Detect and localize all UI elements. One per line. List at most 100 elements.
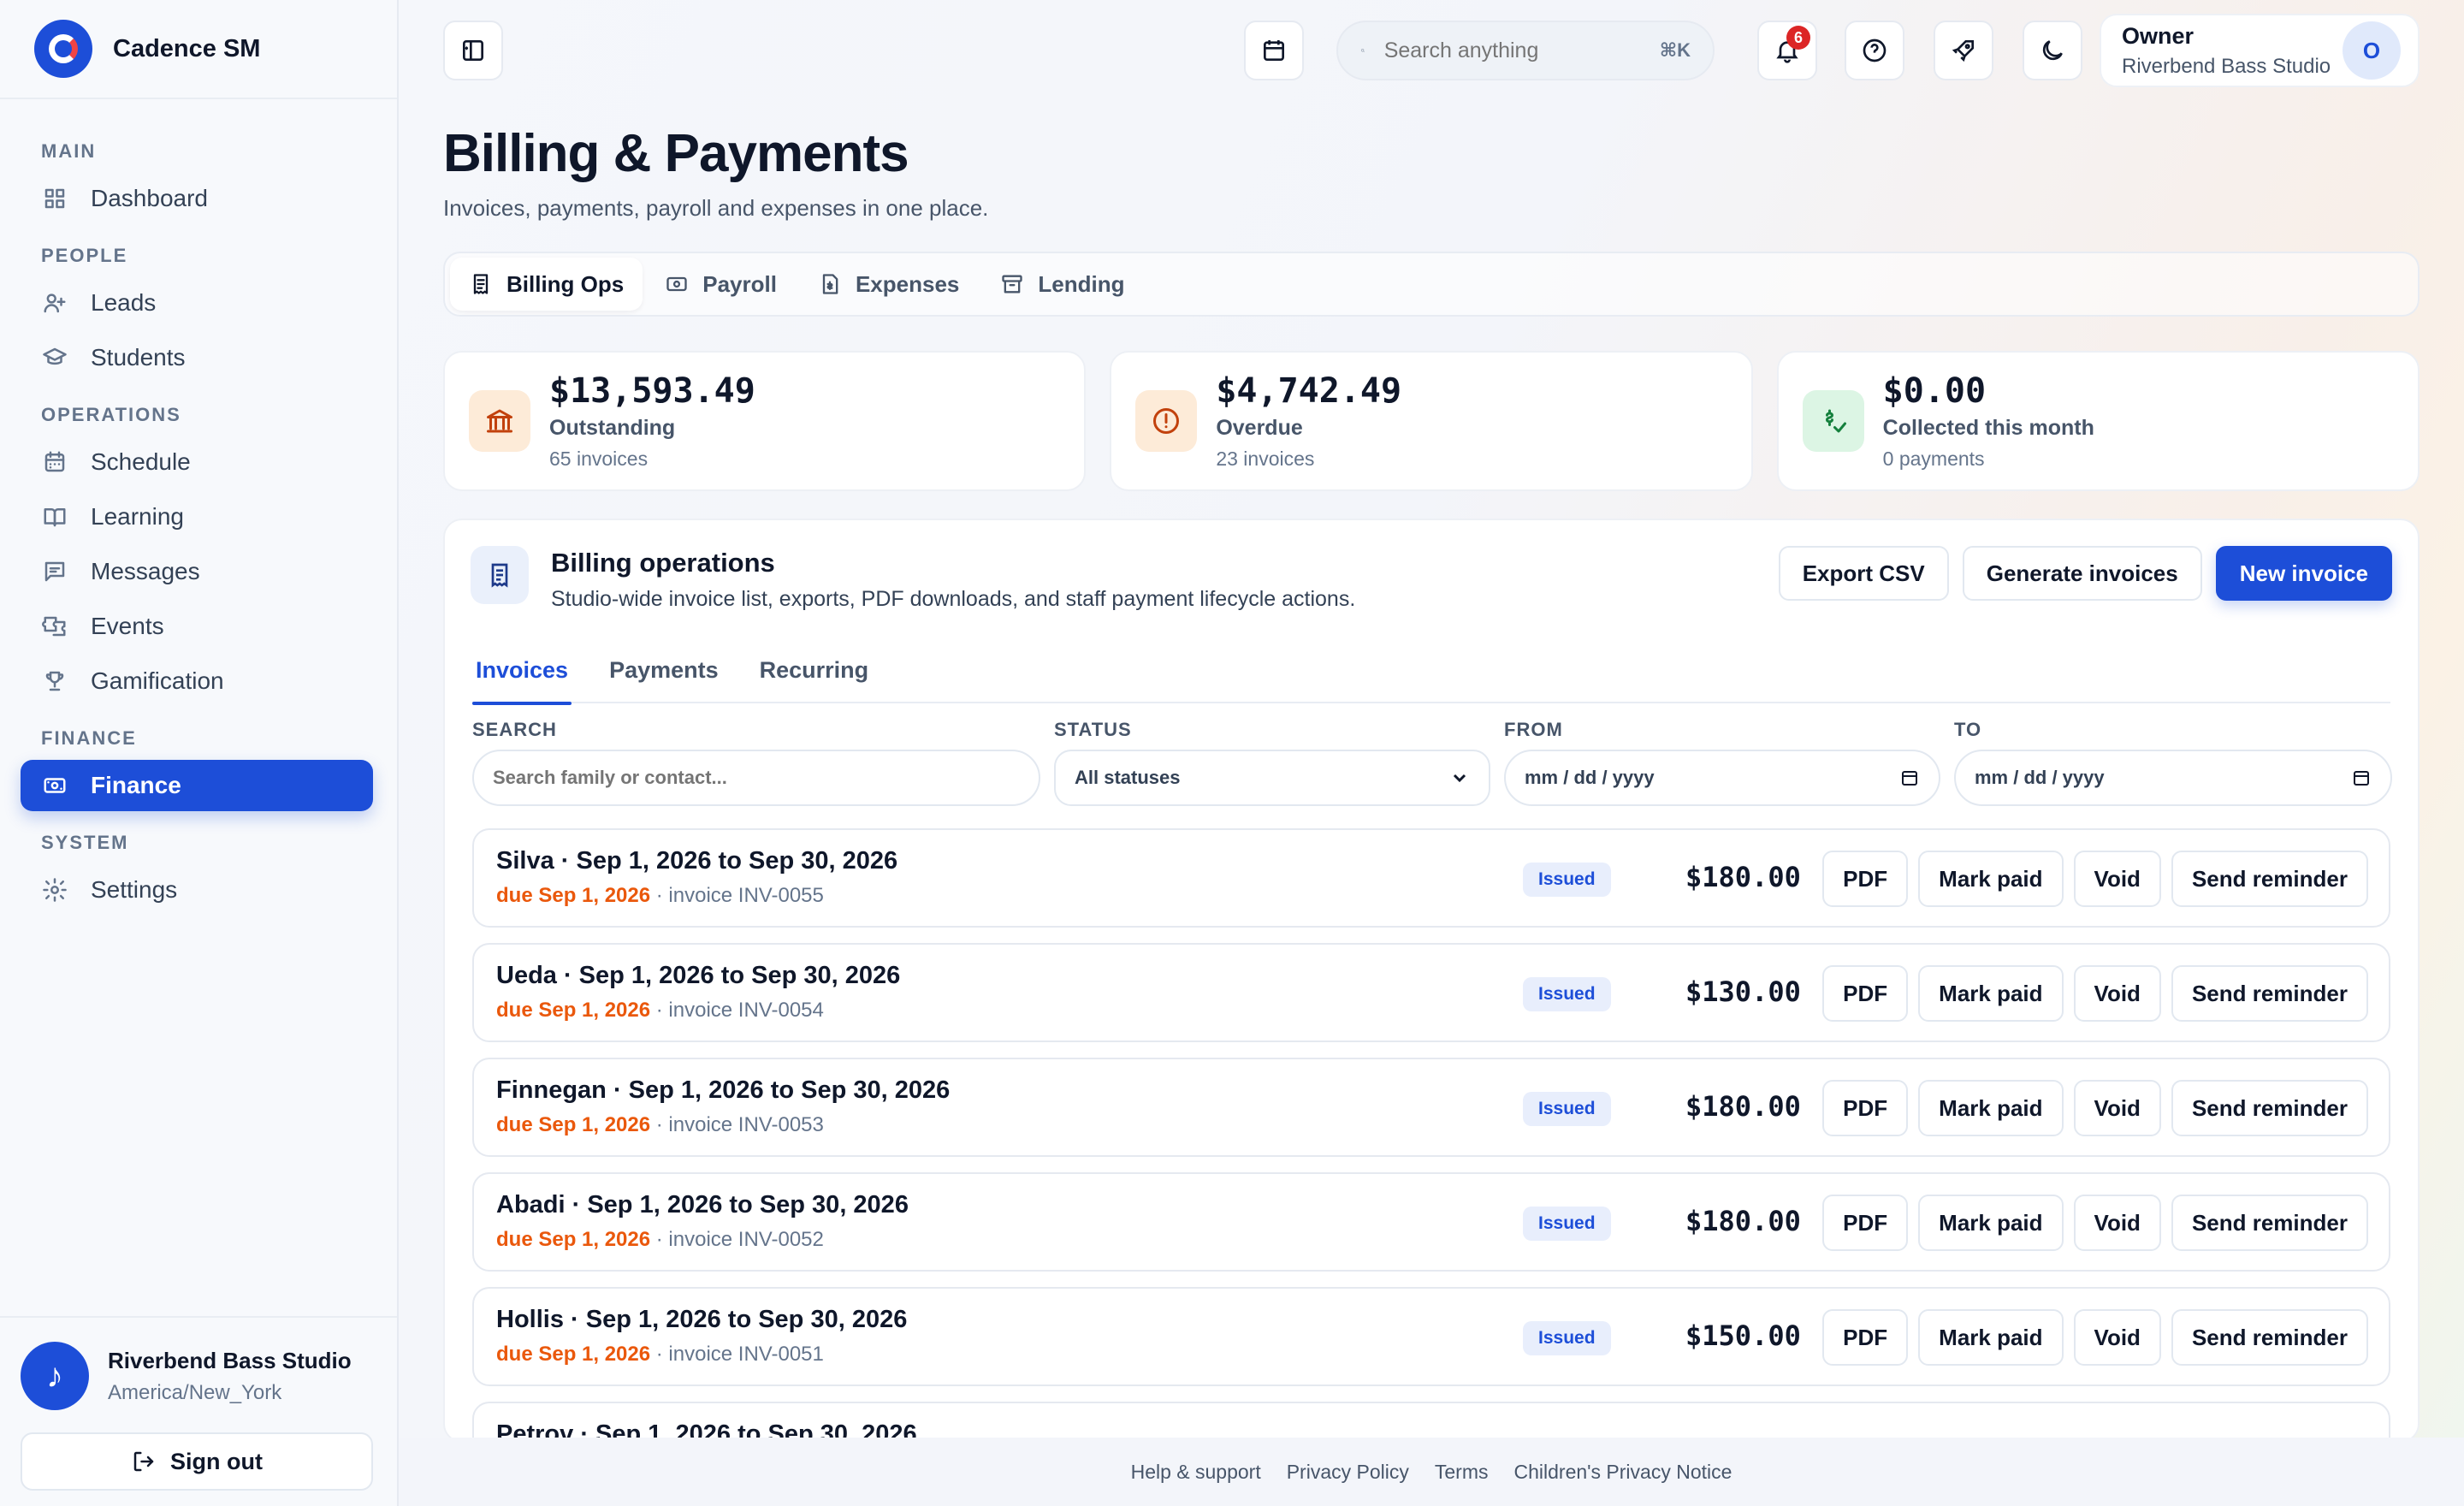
table-row[interactable]: Finnegan · Sep 1, 2026 to Sep 30, 2026 du… (472, 1058, 2390, 1157)
mark-paid-button[interactable]: Mark paid (1918, 1080, 2064, 1136)
sub-tab-payments[interactable]: Payments (606, 638, 722, 703)
global-search[interactable]: ⌘K (1336, 21, 1715, 80)
invoice-meta: due Sep 1, 2026 · invoice INV-0054 (496, 999, 900, 1023)
void-button[interactable]: Void (2073, 1309, 2161, 1366)
pdf-button[interactable]: PDF (1822, 1080, 1909, 1136)
user-role: Owner (2122, 22, 2194, 49)
user-menu[interactable]: Owner Riverbend Bass Studio O (2100, 14, 2420, 87)
search-filter-label: SEARCH (472, 719, 557, 740)
calendar-icon (44, 451, 65, 472)
send-reminder-button[interactable]: Send reminder (2171, 965, 2368, 1022)
mark-paid-button[interactable]: Mark paid (1918, 1309, 2064, 1366)
sidebar-item-learning[interactable]: Learning (21, 491, 373, 543)
kpi-card-collected-this-month: $0.00 Collected this month 0 payments (1776, 351, 2420, 491)
footer-link-terms[interactable]: Terms (1435, 1461, 1489, 1484)
search-input[interactable] (1383, 38, 1660, 63)
archive-icon (1002, 275, 1023, 293)
rocket-icon (1952, 40, 1974, 62)
panel-actions: Export CSV Generate invoices New invoice (1778, 546, 2392, 601)
chevron-down-icon (1453, 774, 1466, 783)
invoice-summary: Finnegan · Sep 1, 2026 to Sep 30, 2026 du… (496, 1076, 950, 1137)
row-actions: PDF Mark paid Void Send reminder (1822, 1080, 2368, 1136)
sidebar-item-label: Finance (91, 772, 181, 798)
table-row[interactable]: Hollis · Sep 1, 2026 to Sep 30, 2026 due … (472, 1287, 2390, 1386)
help-button[interactable] (1845, 21, 1904, 80)
sidebar-item-leads[interactable]: Leads (21, 277, 373, 329)
to-date-input[interactable]: mm / dd / yyyy (1954, 750, 2392, 806)
invoice-amount: $130.00 (1685, 975, 1801, 1008)
sidebar-item-events[interactable]: Events (21, 601, 373, 652)
sign-out-button[interactable]: Sign out (21, 1432, 373, 1491)
invoice-meta: due Sep 1, 2026 · invoice INV-0051 (496, 1343, 907, 1367)
pdf-button[interactable]: PDF (1822, 965, 1909, 1022)
tab-expenses[interactable]: Expenses (799, 258, 978, 311)
kpi-subtext: 65 invoices (549, 448, 649, 470)
notification-count-badge: 6 (1786, 26, 1810, 50)
table-row[interactable]: Abadi · Sep 1, 2026 to Sep 30, 2026 due S… (472, 1172, 2390, 1272)
pdf-button[interactable]: PDF (1822, 1309, 1909, 1366)
sidebar-item-students[interactable]: Students (21, 332, 373, 383)
generate-invoices-button[interactable]: Generate invoices (1962, 546, 2202, 601)
send-reminder-button[interactable]: Send reminder (2171, 1195, 2368, 1251)
void-button[interactable]: Void (2073, 1195, 2161, 1251)
table-row[interactable]: Ueda · Sep 1, 2026 to Sep 30, 2026 due Se… (472, 943, 2390, 1042)
sub-tab-invoices[interactable]: Invoices (472, 638, 572, 705)
footer-links: Help & support Privacy Policy Terms Childre… (399, 1461, 2464, 1484)
message-icon (41, 558, 68, 585)
send-reminder-button[interactable]: Send reminder (2171, 1309, 2368, 1366)
kpi-icon (469, 390, 530, 452)
footer-link-help-support[interactable]: Help & support (1131, 1461, 1261, 1484)
brand[interactable]: Cadence SM (0, 0, 397, 99)
avatar: O (2343, 21, 2401, 80)
sidebar-item-messages[interactable]: Messages (21, 546, 373, 597)
pdf-button[interactable]: PDF (1822, 851, 1909, 907)
void-button[interactable]: Void (2073, 1080, 2161, 1136)
studio-card[interactable]: ♪ Riverbend Bass Studio America/New_York (21, 1342, 373, 1410)
alert-circle-icon (1153, 408, 1180, 434)
void-button[interactable]: Void (2073, 965, 2161, 1022)
status-badge: Issued (1523, 863, 1611, 897)
mark-paid-button[interactable]: Mark paid (1918, 1195, 2064, 1251)
send-reminder-button[interactable]: Send reminder (2171, 1080, 2368, 1136)
new-invoice-button[interactable]: New invoice (2215, 546, 2392, 601)
sidebar-item-gamification[interactable]: Gamification (21, 655, 373, 707)
send-reminder-button[interactable]: Send reminder (2171, 851, 2368, 907)
theme-toggle-button[interactable] (2023, 21, 2082, 80)
kpi-icon (1135, 390, 1198, 452)
pdf-button[interactable]: PDF (1822, 1195, 1909, 1251)
invoice-amount: $180.00 (1685, 1090, 1801, 1123)
sidebar-item-schedule[interactable]: Schedule (21, 436, 373, 488)
invoice-title: Hollis · Sep 1, 2026 to Sep 30, 2026 (496, 1306, 908, 1333)
tab-lending[interactable]: Lending (981, 258, 1143, 311)
page-title: Billing & Payments (443, 124, 909, 183)
from-date-input[interactable]: mm / dd / yyyy (1504, 750, 1940, 806)
footer-link-children-s-privacy-notice[interactable]: Children's Privacy Notice (1514, 1461, 1732, 1484)
table-row[interactable]: Petrov · Sep 1, 2026 to Sep 30, 2026 (472, 1402, 2390, 1441)
table-row[interactable]: Silva · Sep 1, 2026 to Sep 30, 2026 due S… (472, 828, 2390, 928)
notifications-button[interactable]: 6 (1757, 21, 1817, 80)
mark-paid-button[interactable]: Mark paid (1918, 965, 2064, 1022)
sidebar-item-label: Events (91, 613, 164, 639)
mark-paid-button[interactable]: Mark paid (1918, 851, 2064, 907)
sub-tab-recurring[interactable]: Recurring (756, 638, 873, 703)
invoice-summary: Silva · Sep 1, 2026 to Sep 30, 2026 due S… (496, 847, 897, 908)
row-actions: PDF Mark paid Void Send reminder (1822, 1309, 2368, 1366)
tab-payroll[interactable]: Payroll (646, 258, 796, 311)
footer: Help & support Privacy Policy Terms Childre… (399, 1438, 2464, 1506)
sidebar-item-finance[interactable]: Finance (21, 760, 373, 811)
status-select[interactable]: All statuses (1054, 750, 1490, 806)
search-filter-box[interactable] (472, 750, 1040, 806)
sidebar-item-dashboard[interactable]: Dashboard (21, 173, 373, 224)
tab-billing-ops[interactable]: Billing Ops (450, 258, 643, 311)
kpi-card-outstanding: $13,593.49 Outstanding 65 invoices (443, 351, 1087, 491)
export-csv-button[interactable]: Export CSV (1778, 546, 1949, 601)
sidebar-item-settings[interactable]: Settings (21, 864, 373, 916)
family-search-input[interactable] (493, 767, 1020, 789)
toggle-sidebar-button[interactable] (443, 21, 503, 80)
search-shortcut: ⌘K (1659, 39, 1691, 61)
calendar-icon (1264, 40, 1284, 61)
void-button[interactable]: Void (2073, 851, 2161, 907)
launch-button[interactable] (1934, 21, 1993, 80)
calendar-button[interactable] (1244, 21, 1304, 80)
footer-link-privacy-policy[interactable]: Privacy Policy (1287, 1461, 1409, 1484)
